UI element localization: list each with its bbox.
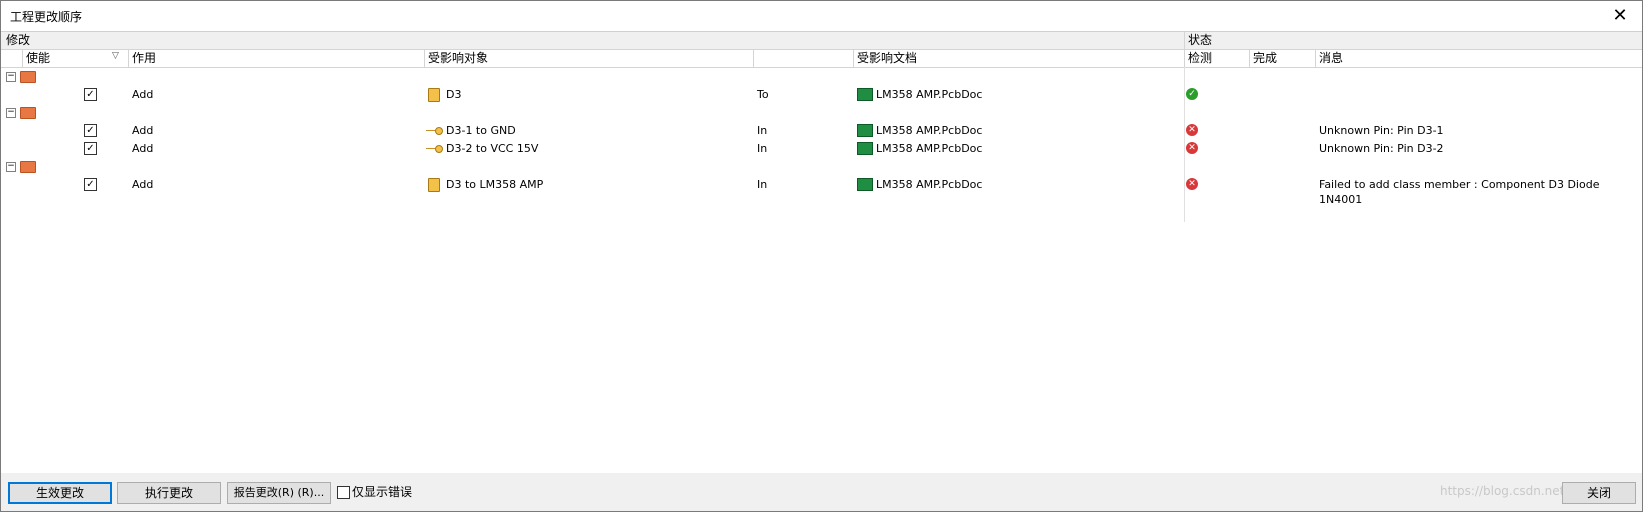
header-separator <box>1249 50 1250 67</box>
header-separator <box>424 50 425 67</box>
report-changes-button[interactable]: 报告更改(R) (R)... <box>227 482 331 504</box>
header-separator <box>22 50 23 67</box>
enable-checkbox[interactable]: ✓ <box>84 178 97 191</box>
pcb-document-icon <box>857 88 873 101</box>
group-row-add-component-class-members[interactable]: − Add Component Class Members(1) <box>1 158 1642 175</box>
action-cell: Add <box>132 142 154 155</box>
pin-icon <box>426 127 443 135</box>
check-ok-icon: ✓ <box>1186 88 1198 100</box>
header-separator <box>1184 50 1185 67</box>
table-row[interactable]: ✓ Add D3-2 to VCC 15V In LM358 AMP.PcbDo… <box>1 140 1642 157</box>
check-error-icon: ✕ <box>1186 178 1198 190</box>
pin-icon <box>426 145 443 153</box>
relation-cell: In <box>757 142 768 155</box>
check-error-icon: ✕ <box>1186 124 1198 136</box>
table-row[interactable]: ✓ Add D3 to LM358 AMP In LM358 AMP.PcbDo… <box>1 176 1642 206</box>
close-icon[interactable]: ✕ <box>1608 4 1632 28</box>
pcb-document-icon <box>857 178 873 191</box>
header-group-modify: 修改 <box>6 33 31 47</box>
affected-doc-cell: LM358 AMP.PcbDoc <box>876 142 983 155</box>
col-done-header[interactable]: 完成 <box>1253 51 1277 66</box>
affected-doc-cell: LM358 AMP.PcbDoc <box>876 178 983 191</box>
folder-icon <box>20 161 36 173</box>
validate-changes-button[interactable]: 生效更改 <box>8 482 112 504</box>
component-icon <box>428 88 440 102</box>
group-row-add-components[interactable]: − Add Components(1) <box>1 68 1642 85</box>
header-group-status: 状态 <box>1188 33 1213 47</box>
eco-dialog: 工程更改顺序 ✕ 修改 状态 使能 ▽ 作用 受影响对象 受影响文档 检测 完成… <box>0 0 1643 512</box>
table-row[interactable]: ✓ Add D3 To LM358 AMP.PcbDoc ✓ <box>1 86 1642 103</box>
message-cell: Unknown Pin: Pin D3-1 <box>1319 124 1444 137</box>
header-group-row: 修改 状态 <box>1 32 1642 50</box>
relation-cell: In <box>757 124 768 137</box>
col-enable-header[interactable]: 使能 <box>26 51 50 66</box>
collapse-icon[interactable]: − <box>6 72 16 82</box>
title-bar: 工程更改顺序 ✕ <box>1 1 1642 31</box>
affected-object-cell: D3 <box>446 88 462 101</box>
only-errors-checkbox[interactable] <box>337 486 350 499</box>
enable-checkbox[interactable]: ✓ <box>84 88 97 101</box>
group-row-add-pins-to-nets[interactable]: − Add Pins To Nets(2) <box>1 104 1642 121</box>
dialog-title: 工程更改顺序 <box>10 10 83 24</box>
affected-doc-cell: LM358 AMP.PcbDoc <box>876 124 983 137</box>
action-cell: Add <box>132 88 154 101</box>
message-cell: Unknown Pin: Pin D3-2 <box>1319 142 1444 155</box>
group-title: Add Pins To Nets(2) <box>132 105 239 118</box>
collapse-icon[interactable]: − <box>6 108 16 118</box>
execute-changes-button[interactable]: 执行更改 <box>117 482 221 504</box>
message-cell: Failed to add class member : Component D… <box>1319 178 1600 206</box>
affected-object-cell: D3-2 to VCC 15V <box>446 142 539 155</box>
group-title: Add Components(1) <box>132 69 242 82</box>
col-message-header[interactable]: 消息 <box>1319 51 1343 66</box>
col-affected-object-header[interactable]: 受影响对象 <box>428 51 488 66</box>
close-button[interactable]: 关闭 <box>1562 482 1636 504</box>
pcb-document-icon <box>857 124 873 137</box>
col-affected-doc-header[interactable]: 受影响文档 <box>857 51 917 66</box>
folder-icon <box>20 71 36 83</box>
only-errors-label: 仅显示错误 <box>352 485 413 499</box>
sort-icon[interactable]: ▽ <box>112 51 119 61</box>
affected-doc-cell: LM358 AMP.PcbDoc <box>876 88 983 101</box>
col-check-header[interactable]: 检测 <box>1188 51 1212 66</box>
enable-checkbox[interactable]: ✓ <box>84 124 97 137</box>
changes-grid: 修改 状态 使能 ▽ 作用 受影响对象 受影响文档 检测 完成 消息 − Add… <box>1 31 1642 474</box>
relation-cell: To <box>757 88 769 101</box>
header-separator <box>853 50 854 67</box>
header-column-row: 使能 ▽ 作用 受影响对象 受影响文档 检测 完成 消息 <box>1 50 1642 68</box>
component-icon <box>428 178 440 192</box>
affected-object-cell: D3-1 to GND <box>446 124 516 137</box>
header-separator <box>128 50 129 67</box>
group-title: Add Component Class Members(1) <box>132 159 324 172</box>
header-separator <box>753 50 754 67</box>
col-action-header[interactable]: 作用 <box>132 51 156 66</box>
collapse-icon[interactable]: − <box>6 162 16 172</box>
action-cell: Add <box>132 124 154 137</box>
watermark-text: https://blog.csdn.net/... <box>1440 484 1580 498</box>
pcb-document-icon <box>857 142 873 155</box>
header-separator <box>1184 32 1185 49</box>
action-cell: Add <box>132 178 154 191</box>
enable-checkbox[interactable]: ✓ <box>84 142 97 155</box>
check-error-icon: ✕ <box>1186 142 1198 154</box>
folder-icon <box>20 107 36 119</box>
affected-object-cell: D3 to LM358 AMP <box>446 178 544 191</box>
relation-cell: In <box>757 178 768 191</box>
table-row[interactable]: ✓ Add D3-1 to GND In LM358 AMP.PcbDoc ✕ … <box>1 122 1642 139</box>
dialog-footer: 生效更改 执行更改 报告更改(R) (R)... 仅显示错误 https://b… <box>1 473 1642 511</box>
header-separator <box>1315 50 1316 67</box>
